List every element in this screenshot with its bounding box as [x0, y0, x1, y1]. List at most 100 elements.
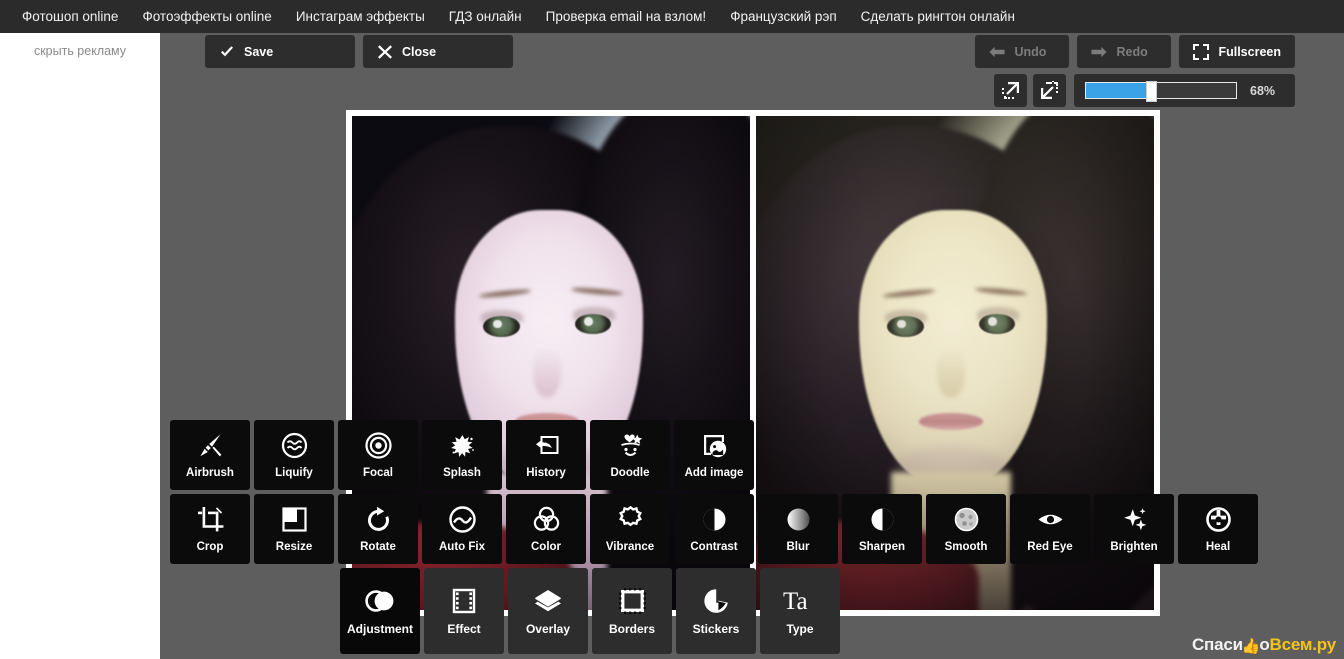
editor-toolbar-right: Undo Redo Fullscreen [975, 35, 1295, 68]
heal-icon [1205, 506, 1232, 534]
smooth-icon [953, 506, 980, 534]
color-icon [533, 506, 560, 534]
fullscreen-icon [1193, 43, 1210, 60]
tool-label: Color [530, 540, 562, 553]
tab-label: Borders [608, 621, 655, 636]
focal-icon [364, 432, 392, 460]
tool-focal[interactable]: Focal [338, 420, 418, 490]
tool-smooth[interactable]: Smooth [926, 494, 1006, 564]
tab-type[interactable]: Ta Type [760, 568, 840, 654]
tool-resize[interactable]: Resize [254, 494, 334, 564]
nav-link-french-rap[interactable]: Французский рэп [718, 0, 848, 33]
overlay-icon [534, 587, 562, 615]
tool-crop[interactable]: Crop [170, 494, 250, 564]
tool-label: Smooth [944, 540, 988, 553]
tool-label: Contrast [690, 540, 738, 553]
zoom-slider[interactable] [1085, 81, 1237, 102]
tool-heal[interactable]: Heal [1178, 494, 1258, 564]
hide-ads-link[interactable]: скрыть рекламу [0, 33, 160, 58]
undo-button-label: Undo [1014, 44, 1047, 59]
fullscreen-button-label: Fullscreen [1218, 44, 1281, 59]
tool-airbrush[interactable]: Airbrush [170, 420, 250, 490]
top-navigation-bar: Фотошоп online Фотоэффекты online Инстаг… [0, 0, 1344, 33]
nav-link-gdz-online[interactable]: ГДЗ онлайн [437, 0, 534, 33]
tool-contrast[interactable]: Contrast [674, 494, 754, 564]
tool-label: Rotate [360, 540, 396, 553]
tool-sharpen[interactable]: Sharpen [842, 494, 922, 564]
tool-splash[interactable]: Splash [422, 420, 502, 490]
tab-overlay[interactable]: Overlay [508, 568, 588, 654]
tool-liquify[interactable]: Liquify [254, 420, 334, 490]
tab-effect[interactable]: Effect [424, 568, 504, 654]
tool-vibrance[interactable]: Vibrance [590, 494, 670, 564]
tool-category-tabs: Adjustment Effect Overlay Borders Sticke… [340, 568, 840, 654]
zoom-fit-screen-button[interactable] [994, 74, 1027, 107]
tab-label: Effect [447, 621, 481, 636]
tool-rotate[interactable]: Rotate [338, 494, 418, 564]
tool-label: Sharpen [858, 540, 905, 553]
nav-link-make-ringtone-online[interactable]: Сделать рингтон онлайн [849, 0, 1027, 33]
tab-borders[interactable]: Borders [592, 568, 672, 654]
tab-label: Overlay [525, 621, 571, 636]
close-button-label: Close [402, 44, 437, 59]
tool-label: Focal [362, 466, 394, 479]
tool-label: Airbrush [186, 466, 234, 479]
tool-doodle[interactable]: Doodle [590, 420, 670, 490]
tool-red-eye[interactable]: Red Eye [1010, 494, 1090, 564]
tool-color[interactable]: Color [506, 494, 586, 564]
redo-button-label: Redo [1116, 44, 1148, 59]
tool-auto-fix[interactable]: Auto Fix [422, 494, 502, 564]
vibrance-icon [617, 506, 644, 534]
nav-link-instagram-effects[interactable]: Инстаграм эффекты [284, 0, 437, 33]
add-image-icon [701, 432, 728, 460]
airbrush-icon [197, 432, 224, 460]
tool-label: Crop [196, 540, 224, 553]
nav-link-email-breach-check[interactable]: Проверка email на взлом! [534, 0, 719, 33]
tab-label: Adjustment [347, 621, 413, 636]
zoom-slider-handle[interactable] [1146, 81, 1158, 102]
tool-label: History [526, 466, 566, 479]
tool-label: Add image [684, 466, 744, 479]
zoom-expand-icon [1002, 82, 1019, 99]
borders-icon [618, 587, 646, 615]
tab-label: Type [786, 621, 814, 636]
nav-link-photoshop-online[interactable]: Фотошоп online [10, 0, 130, 33]
watermark-part-a: Спаси [1191, 635, 1243, 654]
tool-history[interactable]: History [506, 420, 586, 490]
tool-label: Brighten [1110, 540, 1158, 553]
zoom-actual-size-button[interactable] [1033, 74, 1066, 107]
tool-label: Resize [275, 540, 313, 553]
undo-button[interactable]: Undo [975, 35, 1070, 68]
tool-label: Vibrance [605, 540, 655, 553]
tool-label: Auto Fix [439, 540, 485, 553]
type-icon: Ta [783, 587, 817, 615]
watermark-part-c: Всем.ру [1269, 635, 1337, 654]
sharpen-icon [869, 506, 896, 534]
doodle-icon [617, 432, 644, 460]
tool-row-adjustments: Crop Resize Rotate Auto Fix Color Vibran… [170, 494, 1258, 564]
rotate-icon [365, 506, 392, 534]
eye-left [483, 316, 520, 337]
tool-label: Red Eye [1027, 540, 1073, 553]
brighten-icon [1121, 506, 1148, 534]
auto-fix-icon [448, 506, 476, 534]
watermark-part-b: о [1259, 635, 1270, 654]
zoom-shrink-icon [1041, 81, 1058, 99]
nav-link-photo-effects-online[interactable]: Фотоэффекты online [130, 0, 283, 33]
resize-icon [281, 506, 308, 534]
close-button[interactable]: Close [363, 35, 513, 68]
check-icon [219, 44, 235, 60]
zoom-percentage-label: 68% [1250, 83, 1276, 98]
effect-icon [451, 587, 477, 615]
tool-add-image[interactable]: Add image [674, 420, 754, 490]
tab-stickers[interactable]: Stickers [676, 568, 756, 654]
save-button[interactable]: Save [205, 35, 355, 68]
editor-toolbar-left: Save Close [205, 35, 513, 68]
fullscreen-button[interactable]: Fullscreen [1179, 35, 1295, 68]
contrast-icon [701, 506, 728, 534]
tool-brighten[interactable]: Brighten [1094, 494, 1174, 564]
tool-label: Splash [443, 466, 481, 479]
tool-blur[interactable]: Blur [758, 494, 838, 564]
redo-button[interactable]: Redo [1077, 35, 1172, 68]
tab-adjustment[interactable]: Adjustment [340, 568, 420, 654]
